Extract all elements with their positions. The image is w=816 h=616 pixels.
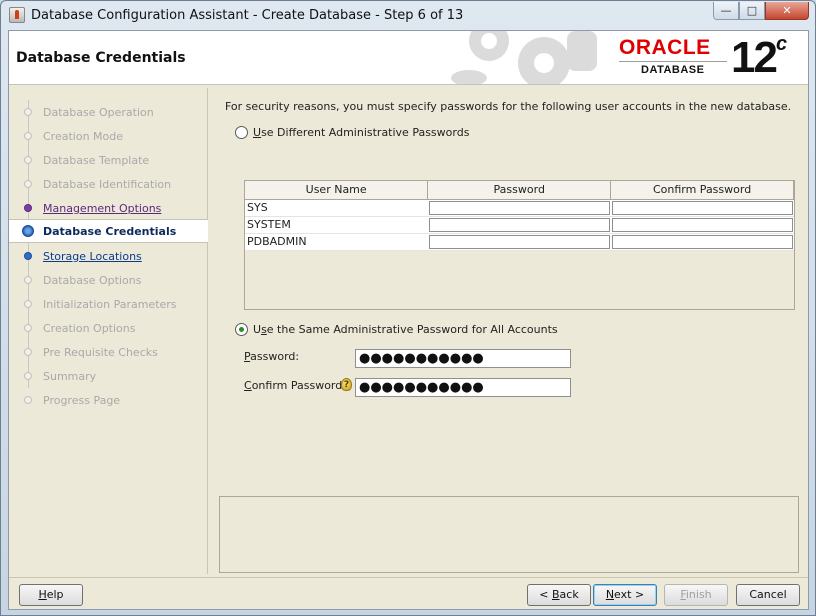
radio-checked-icon [235,323,248,336]
step-label: Database Options [43,273,142,287]
step-label: Database Credentials [43,224,177,238]
java-app-icon [9,7,25,23]
step-dot-icon [24,300,32,308]
step-dot-icon [24,180,32,188]
radio-unchecked-icon [235,126,248,139]
finish-button[interactable]: Finish [664,584,728,606]
current-step-icon [22,225,34,237]
step-label: Pre Requisite Checks [43,345,158,359]
step-label: Creation Mode [43,129,124,143]
step-label: Management Options [43,201,162,215]
step-label: Summary [43,369,97,383]
step-dot-icon [24,108,32,116]
title-bar: Database Configuration Assistant - Creat… [1,1,815,29]
dbca-window: Database Configuration Assistant - Creat… [0,0,816,616]
oracle-logo: ORACLE DATABASE [619,37,739,81]
column-header-confirm-password[interactable]: Confirm Password [610,181,794,200]
user-name-cell: SYS [245,199,428,217]
step-creation-options: Creation Options [9,316,208,340]
help-button[interactable]: Help [19,584,83,606]
step-progress-page: Progress Page [9,388,208,412]
step-dot-icon [24,204,32,212]
credentials-panel: For security reasons, you must specify p… [219,88,808,488]
step-initialization-parameters: Initialization Parameters [9,292,208,316]
step-database-identification: Database Identification [9,172,208,196]
window-controls: — □ ✕ [713,2,809,20]
steps-sidebar: Database Operation Creation Mode Databas… [9,88,208,574]
version-suffix: c [775,33,787,56]
maximize-button[interactable]: □ [739,2,765,20]
intro-text: For security reasons, you must specify p… [225,100,792,113]
step-database-operation: Database Operation [9,100,208,124]
user-passwords-table: User Name Password Confirm Password SYS [244,180,795,310]
step-database-template: Database Template [9,148,208,172]
step-dot-icon [24,132,32,140]
step-dot-icon [24,276,32,284]
step-dot-icon [24,252,32,260]
footer-divider [9,577,808,578]
step-label: Storage Locations [43,249,142,263]
step-label: Progress Page [43,393,121,407]
confirm-password-cell-input[interactable] [611,234,793,249]
cancel-button[interactable]: Cancel [736,584,800,606]
step-dot-icon [24,396,32,404]
step-database-options: Database Options [9,268,208,292]
oracle-product-text: DATABASE [641,64,705,76]
step-label: Initialization Parameters [43,297,177,311]
step-dot-icon [24,324,32,332]
radio-label: Use Different Administrative Passwords [253,126,470,139]
table-row: SYS [245,199,794,217]
column-header-user-name[interactable]: User Name [245,181,429,200]
column-header-password[interactable]: Password [427,181,612,200]
use-different-passwords-radio[interactable]: Use Different Administrative Passwords [235,126,469,139]
page-title: Database Credentials [16,50,186,66]
step-summary: Summary [9,364,208,388]
hint-bulb-icon[interactable]: ? [341,378,352,391]
step-management-options[interactable]: Management Options [9,196,208,220]
close-button[interactable]: ✕ [765,2,809,20]
next-button[interactable]: Next > [593,584,657,606]
table-row: SYSTEM [245,216,794,234]
step-dot-icon [24,348,32,356]
password-cell-input[interactable] [428,234,610,249]
password-input[interactable]: ●●●●●●●●●●● [355,349,571,368]
password-cell-input[interactable] [428,217,610,232]
step-dot-icon [24,372,32,380]
radio-label: Use the Same Administrative Password for… [253,323,558,336]
step-label: Creation Options [43,321,136,335]
minimize-button[interactable]: — [713,2,739,20]
version-badge: 12c [731,33,787,83]
step-label: Database Operation [43,105,154,119]
step-database-credentials[interactable]: Database Credentials [9,219,208,243]
minimize-icon: — [720,4,732,17]
password-cell-input[interactable] [428,200,610,215]
window-title: Database Configuration Assistant - Creat… [31,7,464,23]
step-pre-requisite-checks: Pre Requisite Checks [9,340,208,364]
password-label: Password: [244,350,300,363]
step-label: Database Identification [43,177,172,191]
close-icon: ✕ [782,4,792,17]
confirm-password-cell-input[interactable] [611,217,793,232]
back-button[interactable]: < Back [527,584,591,606]
step-dot-icon [24,156,32,164]
table-row: PDBADMIN [245,233,794,251]
maximize-icon: □ [746,4,758,17]
client-area: Database Credentials ORACLE DATABASE 12c… [8,30,809,610]
step-label: Database Template [43,153,150,167]
version-number: 12 [731,33,778,82]
step-creation-mode: Creation Mode [9,124,208,148]
gears-graphic-icon [451,31,597,84]
oracle-brand-text: ORACLE [619,36,711,59]
messages-area [219,496,799,573]
step-storage-locations[interactable]: Storage Locations [9,244,208,268]
user-name-cell: SYSTEM [245,216,428,234]
page-header: Database Credentials ORACLE DATABASE 12c [9,31,808,85]
logo-divider [619,61,727,62]
confirm-password-label: Confirm Password: [244,379,346,392]
confirm-password-cell-input[interactable] [611,200,793,215]
use-same-password-radio[interactable]: Use the Same Administrative Password for… [235,323,558,336]
confirm-password-input[interactable]: ●●●●●●●●●●● [355,378,571,397]
user-name-cell: PDBADMIN [245,233,428,251]
